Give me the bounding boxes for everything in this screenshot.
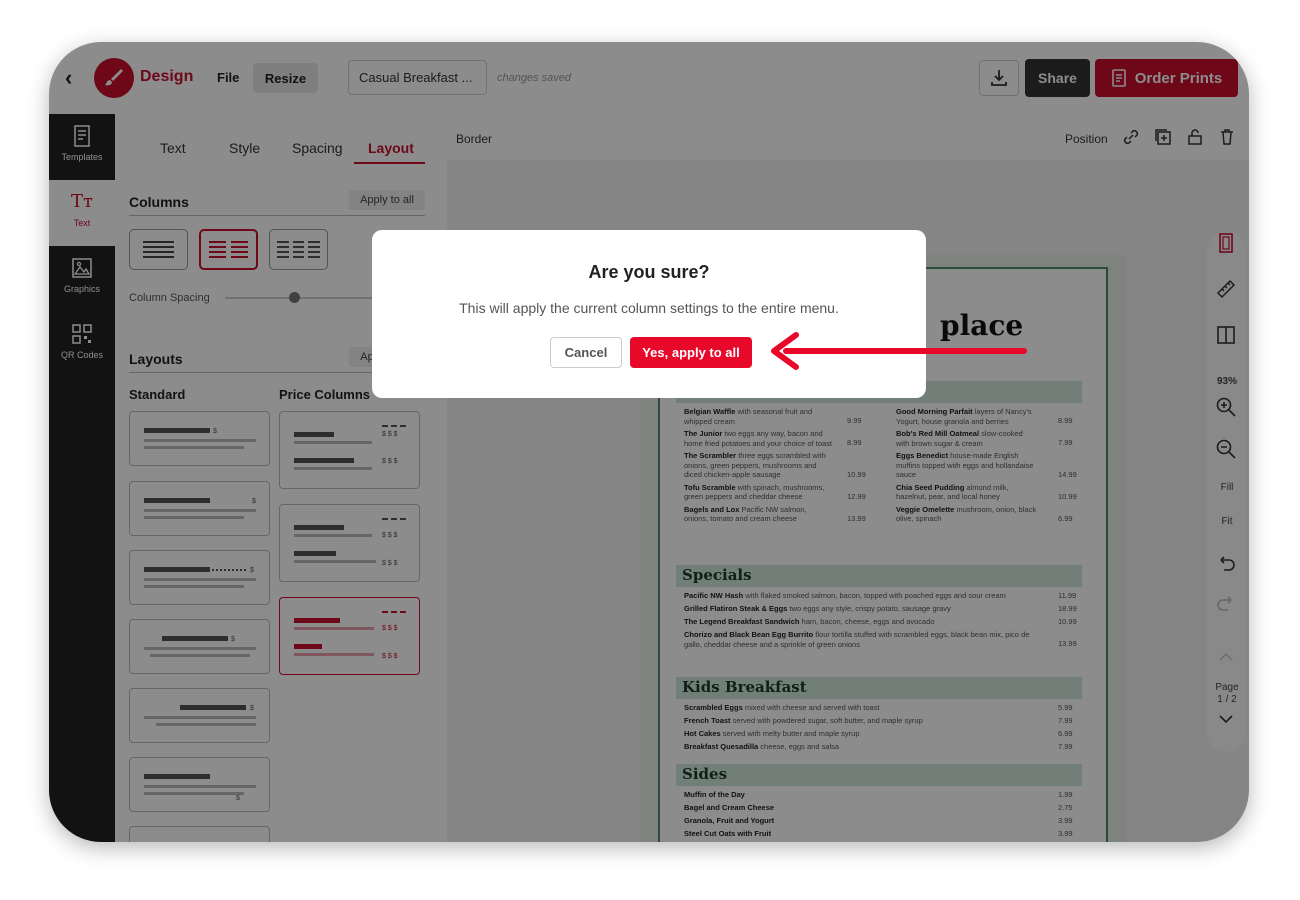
confirm-apply-button[interactable]: Yes, apply to all [630,337,752,368]
editor-app: ‹ Design File Resize Casual Breakfast ..… [49,42,1249,842]
app-frame: ‹ Design File Resize Casual Breakfast ..… [49,42,1249,842]
pointer-arrow-icon [771,332,1027,370]
modal-backdrop[interactable] [49,42,1249,842]
dialog-message: This will apply the current column setti… [459,300,839,316]
dialog-title: Are you sure? [588,262,710,282]
cancel-button[interactable]: Cancel [550,337,622,368]
